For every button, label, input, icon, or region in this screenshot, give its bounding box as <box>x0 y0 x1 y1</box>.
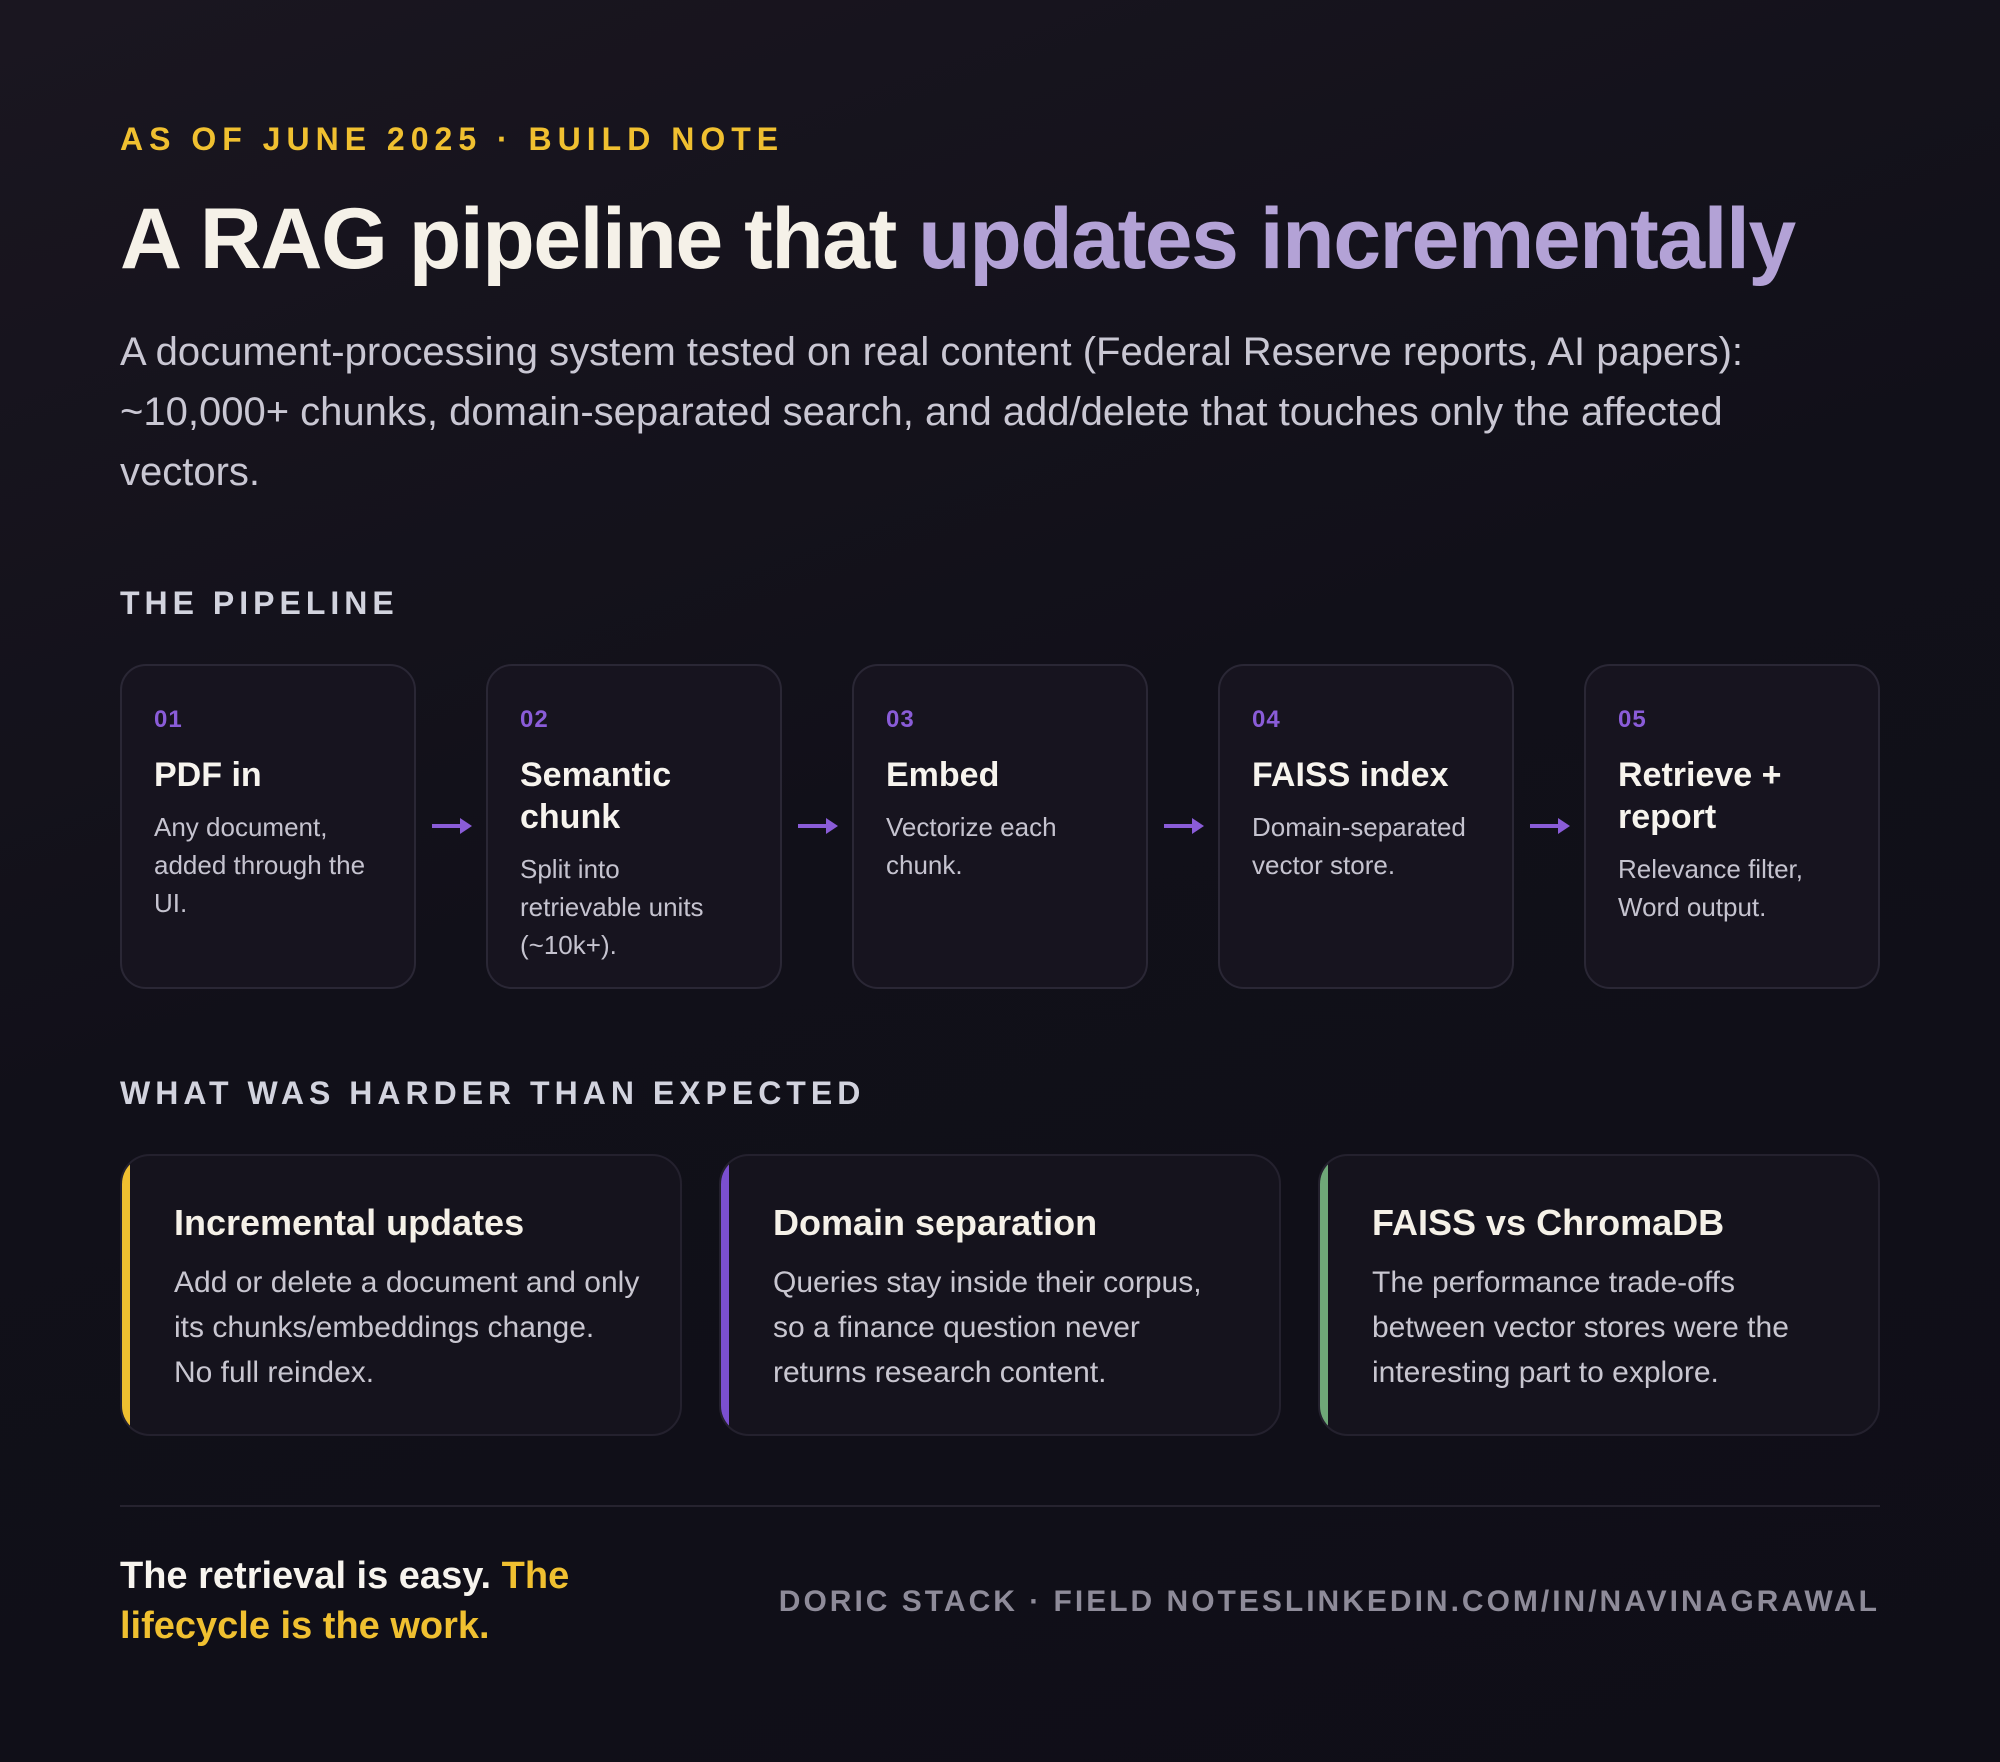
card-description: The performance trade-offs between vecto… <box>1372 1266 1789 1389</box>
harder-section-label: WHAT WAS HARDER THAN EXPECTED <box>120 1075 866 1111</box>
arrow-right-icon <box>798 818 838 834</box>
card-title: FAISS vs ChromaDB <box>1372 1202 1725 1243</box>
pipeline-step-pdf-in: 01 PDF in Any document, added through th… <box>120 664 416 989</box>
pipeline-step-embed: 03 Embed Vectorize each chunk. <box>852 664 1148 989</box>
card-domain-separation: Domain separation Queries stay inside th… <box>719 1154 1281 1436</box>
arrow-right-icon <box>1164 818 1204 834</box>
arrow-right-icon <box>1530 818 1570 834</box>
step-title: Embed <box>886 756 1000 794</box>
title-main: A RAG pipeline that <box>120 191 919 287</box>
step-description: Relevance filter, Word output. <box>1618 854 1803 922</box>
page-title: A RAG pipeline that updates incrementall… <box>120 191 1796 287</box>
card-title: Domain separation <box>773 1202 1098 1243</box>
card-incremental-updates: Incremental updates Add or delete a docu… <box>120 1154 682 1436</box>
eyebrow: AS OF JUNE 2025 · BUILD NOTE <box>120 121 785 157</box>
step-number: 05 <box>1618 706 1647 733</box>
pipeline-step-retrieve-report: 05 Retrieve + report Relevance filter, W… <box>1584 664 1880 989</box>
step-number: 03 <box>886 706 915 733</box>
pipeline-step-faiss-index: 04 FAISS index Domain-separated vector s… <box>1218 664 1514 989</box>
step-description: Domain-separated vector store. <box>1252 812 1466 880</box>
pipeline-step-semantic-chunk: 02 Semantic chunk Split into retrievable… <box>486 664 782 989</box>
tagline-main: The retrieval is easy. <box>120 1555 502 1597</box>
card-faiss-vs-chromadb: FAISS vs ChromaDB The performance trade-… <box>1318 1154 1880 1436</box>
pipeline: 01 PDF in Any document, added through th… <box>120 664 1880 991</box>
step-title: Semantic chunk <box>520 756 672 836</box>
card-accent-bar <box>1320 1156 1328 1434</box>
signature: DORIC STACK · FIELD NOTESLINKEDIN.COM/IN… <box>778 1585 1880 1618</box>
tagline: The retrieval is easy. The lifecycle is … <box>120 1551 680 1651</box>
card-accent-bar <box>721 1156 729 1434</box>
step-number: 02 <box>520 706 549 733</box>
card-description: Queries stay inside their corpus, so a f… <box>773 1266 1202 1389</box>
challenge-cards: Incremental updates Add or delete a docu… <box>120 1154 1880 1438</box>
card-accent-bar <box>122 1156 130 1434</box>
step-description: Any document, added through the UI. <box>154 812 366 918</box>
step-title: PDF in <box>154 756 262 794</box>
step-number: 04 <box>1252 706 1281 733</box>
card-description: Add or delete a document and only its ch… <box>174 1266 640 1389</box>
title-accent: updates incrementally <box>918 191 1796 287</box>
card-title: Incremental updates <box>174 1202 525 1243</box>
step-description: Split into retrievable units (~10k+). <box>520 854 704 960</box>
subtitle: A document-processing system tested on r… <box>120 330 1744 494</box>
step-title: FAISS index <box>1252 756 1449 794</box>
footer-divider <box>120 1505 1880 1507</box>
pipeline-section-label: THE PIPELINE <box>120 585 399 621</box>
step-number: 01 <box>154 706 183 733</box>
arrow-right-icon <box>432 818 472 834</box>
step-title: Retrieve + report <box>1618 756 1782 836</box>
step-description: Vectorize each chunk. <box>886 812 1057 880</box>
